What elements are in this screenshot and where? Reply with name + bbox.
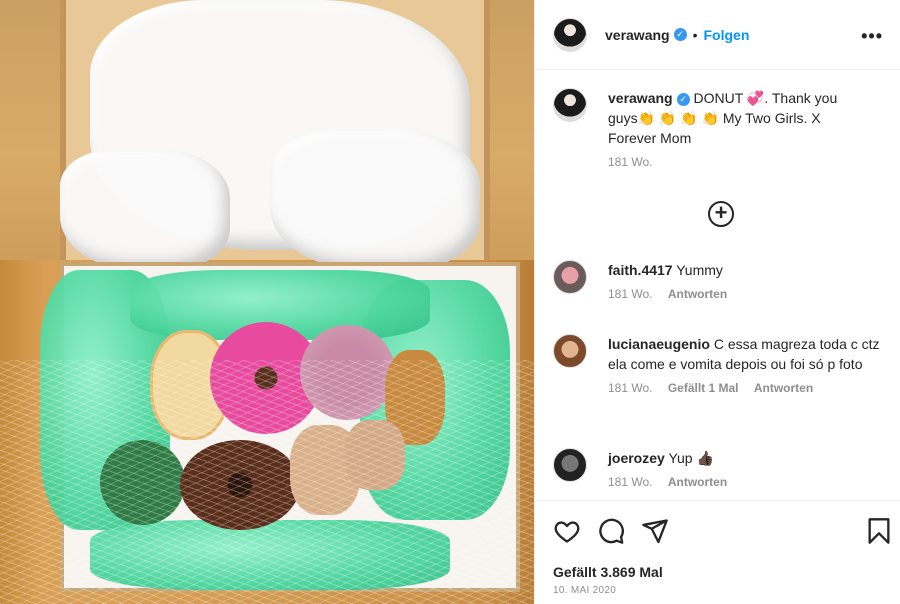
comment-text: lucianaeugenio C essa magreza toda c ctz…	[608, 334, 890, 374]
comment-meta: 181 Wo. Antworten	[608, 475, 870, 489]
tissue-paper	[270, 130, 480, 270]
comment-text: joerozey Yup 👍🏿	[608, 448, 870, 468]
comment-likes[interactable]: Gefällt 1 Mal	[668, 381, 739, 395]
more-options-icon[interactable]: •••	[861, 26, 883, 47]
separator-dot: •	[692, 26, 698, 43]
reply-button[interactable]: Antworten	[754, 381, 813, 395]
post-date[interactable]: 10. MAI 2020	[553, 585, 616, 596]
caption-time[interactable]: 181 Wo.	[608, 155, 652, 169]
heart-icon[interactable]	[553, 517, 581, 545]
follow-button[interactable]: Folgen	[704, 27, 750, 43]
green-sprinkle-donut	[100, 440, 185, 525]
reply-button[interactable]: Antworten	[668, 475, 727, 489]
comment-text: faith.4417 Yummy	[608, 260, 870, 280]
post-author-username[interactable]: verawang	[605, 27, 670, 43]
comment-body: Yummy	[676, 262, 723, 278]
avatar[interactable]	[553, 260, 587, 294]
post-header: verawang ✓ • Folgen •••	[535, 0, 900, 70]
post-image[interactable]	[0, 0, 534, 604]
verified-icon: ✓	[673, 28, 687, 41]
comment-meta: 181 Wo. Gefällt 1 Mal Antworten	[608, 381, 890, 395]
verified-icon: ✓	[676, 92, 690, 106]
caption-text: verawang ✓ DONUT 💞. Thank you guys👏 👏 👏 👏…	[608, 88, 870, 148]
load-more-icon[interactable]: +	[708, 201, 734, 227]
comment-username[interactable]: joerozey	[608, 450, 665, 466]
post-actions: Gefällt 3.869 Mal 10. MAI 2020	[535, 500, 900, 604]
avatar[interactable]	[553, 448, 587, 482]
avatar[interactable]	[553, 334, 587, 368]
reply-button[interactable]: Antworten	[668, 287, 727, 301]
avatar[interactable]	[553, 17, 587, 52]
post-sidebar: verawang ✓ • Folgen ••• verawang ✓ DONUT …	[534, 0, 900, 604]
chocolate-donut	[180, 440, 300, 530]
avatar[interactable]	[553, 88, 587, 122]
comment-meta: 181 Wo. Antworten	[608, 287, 870, 301]
caption: verawang ✓ DONUT 💞. Thank you guys👏 👏 👏 👏…	[553, 88, 893, 169]
chocolate-chip-donut	[345, 420, 405, 490]
comment-username[interactable]: faith.4417	[608, 262, 673, 278]
comment-time[interactable]: 181 Wo.	[608, 475, 652, 489]
comment-body: Yup 👍🏿	[668, 450, 714, 466]
caption-username[interactable]: verawang	[608, 90, 673, 106]
bookmark-icon[interactable]	[865, 517, 893, 545]
comment-time[interactable]: 181 Wo.	[608, 381, 652, 395]
comment-username[interactable]: lucianaeugenio	[608, 336, 710, 352]
green-tissue	[90, 520, 450, 590]
list-item: joerozey Yup 👍🏿 181 Wo. Antworten	[553, 448, 893, 489]
comment-time[interactable]: 181 Wo.	[608, 287, 652, 301]
list-item: faith.4417 Yummy 181 Wo. Antworten	[553, 260, 893, 301]
comment-icon[interactable]	[597, 517, 625, 545]
tissue-paper	[60, 150, 230, 270]
list-item: lucianaeugenio C essa magreza toda c ctz…	[553, 334, 893, 395]
berry-donut	[300, 325, 395, 420]
caption-meta: 181 Wo.	[608, 155, 870, 169]
share-icon[interactable]	[641, 517, 669, 545]
likes-count[interactable]: Gefällt 3.869 Mal	[553, 564, 663, 580]
